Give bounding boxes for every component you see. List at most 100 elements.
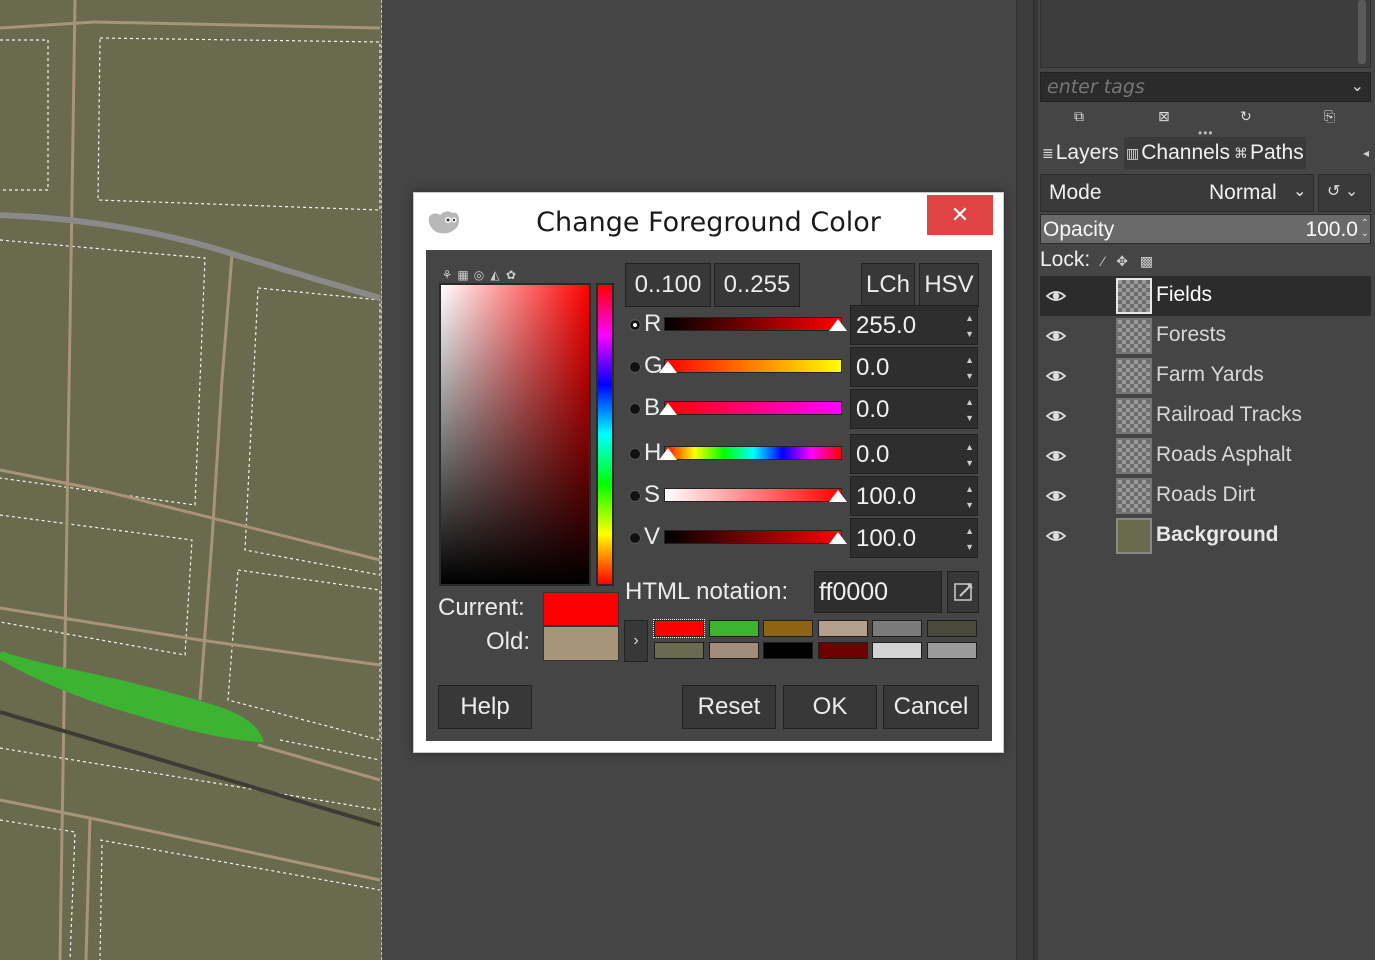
spinner-arrows-icon[interactable]: ▲ ▼ (965, 352, 974, 384)
opacity-slider[interactable]: Opacity 100.0 ⌃ ⌄ (1040, 214, 1371, 244)
history-swatch[interactable] (872, 642, 922, 659)
channel-radio-v[interactable] (629, 532, 641, 544)
mode-reset-button[interactable]: ↺ ⌄ (1318, 174, 1371, 212)
spinner-arrows-icon[interactable]: ▲ ▼ (965, 523, 974, 555)
eye-icon[interactable] (1045, 525, 1067, 547)
delete-icon[interactable]: ⊠ (1158, 108, 1170, 125)
channel-spinbox-v[interactable]: 100.0 ▲ ▼ (850, 518, 978, 558)
slider-marker[interactable] (659, 361, 677, 373)
slider-marker[interactable] (829, 490, 847, 502)
layer-row[interactable]: Background (1040, 516, 1371, 556)
channel-spinbox-b[interactable]: 0.0 ▲ ▼ (850, 389, 978, 429)
eye-icon[interactable] (1045, 485, 1067, 507)
help-button[interactable]: Help (438, 685, 532, 729)
lock-alpha-icon[interactable]: ▩ (1140, 253, 1153, 269)
history-swatch[interactable] (708, 620, 759, 637)
tab-layers[interactable]: ≣ Layers (1040, 137, 1124, 169)
history-swatch[interactable] (817, 642, 868, 659)
spinner-arrows-icon[interactable]: ▲ ▼ (965, 439, 974, 471)
channel-spinbox-g[interactable]: 0.0 ▲ ▼ (850, 347, 978, 387)
canvas-vertical-scrollbar[interactable] (1016, 0, 1034, 960)
cmyk-selector-icon[interactable]: ▦ (456, 268, 470, 282)
tab-paths[interactable]: ⌘ Paths (1232, 137, 1306, 169)
channel-radio-s[interactable] (629, 490, 641, 502)
layer-row[interactable]: Farm Yards (1040, 356, 1371, 396)
channel-spinbox-h[interactable]: 0.0 ▲ ▼ (850, 434, 978, 474)
hue-strip[interactable] (596, 283, 614, 586)
reset-button[interactable]: Reset (682, 685, 776, 729)
dialog-titlebar[interactable]: Change Foreground Color ✕ (414, 193, 1003, 249)
layer-row[interactable]: Roads Dirt (1040, 476, 1371, 516)
channel-slider-v[interactable] (664, 530, 842, 544)
channel-spinbox-s[interactable]: 100.0 ▲ ▼ (850, 476, 978, 516)
lch-button[interactable]: LCh (861, 263, 915, 307)
channel-spinbox-r[interactable]: 255.0 ▲ ▼ (850, 305, 978, 345)
hsv-button[interactable]: HSV (919, 263, 979, 307)
layer-row[interactable]: Railroad Tracks (1040, 396, 1371, 436)
brushes-preview[interactable] (1040, 0, 1371, 68)
history-expand-button[interactable]: › (624, 620, 648, 662)
channel-slider-b[interactable] (664, 401, 842, 415)
range-0-100-button[interactable]: 0..100 (625, 263, 711, 307)
channel-slider-g[interactable] (664, 359, 842, 373)
history-swatch[interactable] (872, 620, 922, 637)
eye-icon[interactable] (1045, 285, 1067, 307)
preview-scrollbar[interactable] (1358, 0, 1366, 64)
spinner-arrows-icon[interactable]: ▲ ▼ (965, 310, 974, 342)
channel-radio-g[interactable] (629, 361, 641, 373)
duplicate-icon[interactable]: ⧉ (1074, 108, 1084, 125)
history-swatch[interactable] (763, 642, 813, 659)
eye-icon[interactable] (1045, 325, 1067, 347)
history-swatch[interactable] (654, 642, 704, 659)
cancel-button[interactable]: Cancel (883, 685, 979, 729)
lock-position-icon[interactable]: ✥ (1116, 253, 1128, 269)
layer-row[interactable]: Fields (1040, 276, 1371, 316)
channel-radio-h[interactable] (629, 448, 641, 460)
history-swatch[interactable] (653, 619, 705, 638)
history-swatch[interactable] (708, 642, 759, 659)
history-swatch[interactable] (926, 642, 977, 659)
channel-radio-b[interactable] (629, 403, 641, 415)
open-folder-icon[interactable]: ⎘ (1324, 108, 1335, 125)
ok-button[interactable]: OK (783, 685, 877, 729)
spinner-arrows-icon[interactable]: ▲ ▼ (965, 481, 974, 513)
eye-icon[interactable] (1045, 405, 1067, 427)
channel-slider-r[interactable] (664, 317, 842, 331)
tab-channels[interactable]: ▥ Channels (1124, 137, 1232, 169)
eye-icon[interactable] (1045, 365, 1067, 387)
refresh-icon[interactable]: ↻ (1240, 108, 1252, 125)
eye-icon[interactable] (1045, 445, 1067, 467)
close-button[interactable]: ✕ (927, 195, 993, 235)
tag-input[interactable]: enter tags ⌄ (1040, 72, 1371, 102)
channel-radio-r[interactable] (629, 319, 641, 331)
color-picker-button[interactable] (947, 571, 979, 613)
palette-selector-icon[interactable]: ✿ (504, 268, 518, 282)
channel-slider-s[interactable] (664, 488, 842, 502)
old-color-swatch[interactable] (543, 626, 619, 661)
channel-label: S (644, 481, 661, 508)
range-0-255-button[interactable]: 0..255 (714, 263, 800, 307)
gimp-selector-icon[interactable]: ⚘ (440, 268, 454, 282)
saturation-value-square[interactable] (439, 283, 591, 586)
slider-marker[interactable] (659, 403, 677, 415)
mode-label: Mode (1049, 181, 1102, 204)
opacity-spinner[interactable]: ⌃ ⌄ (1361, 219, 1369, 239)
triangle-selector-icon[interactable]: ◭ (488, 268, 502, 282)
history-swatch[interactable] (763, 620, 813, 637)
slider-marker[interactable] (829, 319, 847, 331)
wheel-selector-icon[interactable]: ◎ (472, 268, 486, 282)
chevron-down-icon[interactable]: ⌄ (1351, 76, 1364, 95)
slider-marker[interactable] (829, 532, 847, 544)
tab-menu-icon[interactable]: ◂ (1363, 146, 1369, 160)
layer-row[interactable]: Forests (1040, 316, 1371, 356)
spinner-arrows-icon[interactable]: ▲ ▼ (965, 394, 974, 426)
layer-row[interactable]: Roads Asphalt (1040, 436, 1371, 476)
mode-select[interactable]: Mode Normal ⌄ (1040, 174, 1314, 212)
channel-slider-h[interactable] (664, 446, 842, 460)
image-canvas[interactable] (0, 0, 382, 960)
html-notation-input[interactable] (814, 571, 942, 613)
history-swatch[interactable] (926, 620, 977, 637)
history-swatch[interactable] (817, 620, 868, 637)
lock-pixels-icon[interactable]: ⁄ (1102, 253, 1104, 269)
slider-marker[interactable] (659, 448, 677, 460)
